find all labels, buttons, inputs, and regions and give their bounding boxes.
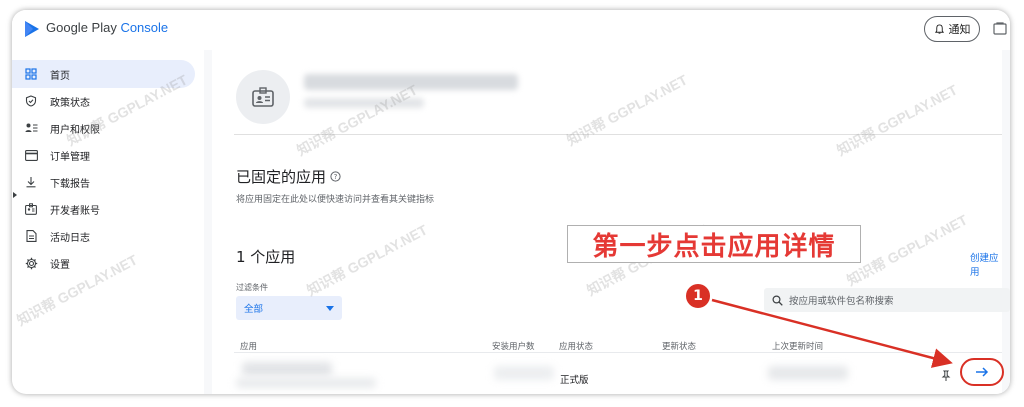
people-icon <box>24 121 38 135</box>
dashboard-icon <box>24 67 38 81</box>
app-search-input[interactable]: 按应用或软件包名称搜索 <box>764 288 1010 312</box>
top-bar: Google Play Console 通知 <box>12 10 1010 50</box>
column-header-app[interactable]: 应用 <box>240 340 257 352</box>
sidebar-item-label: 政策状态 <box>50 97 90 109</box>
pinned-apps-title: 已固定的应用 <box>236 168 327 186</box>
filter-value: 全部 <box>244 304 264 315</box>
bell-icon <box>934 23 944 34</box>
sidebar: 首页 政策状态 用户和权限 订单管理 下载报告 开发者账号 活动日志 设置 <box>12 50 202 394</box>
step-annotation-label: 第一步点击应用详情 <box>567 225 861 263</box>
sidebar-item-label: 设置 <box>50 259 70 271</box>
app-status-cell: 正式版 <box>560 375 589 386</box>
account-avatar <box>236 70 290 124</box>
home-card: 已固定的应用 ? 将应用固定在此处以便快速访问并查看其关键指标 1 个应用 创建… <box>212 50 1010 394</box>
arrow-right-icon <box>976 367 989 377</box>
notifications-label: 通知 <box>948 23 971 36</box>
main-content: 已固定的应用 ? 将应用固定在此处以便快速访问并查看其关键指标 1 个应用 创建… <box>204 50 1010 394</box>
table-header-divider <box>234 352 1002 353</box>
search-icon <box>772 294 783 306</box>
create-app-link[interactable]: 创建应用 <box>970 250 1002 278</box>
gear-icon <box>24 256 38 270</box>
badge-icon <box>252 87 274 107</box>
app-details-button[interactable] <box>960 358 1004 386</box>
svg-text:?: ? <box>334 173 338 181</box>
app-window: Google Play Console 通知 首页 政策状态 用户和权限 订单管… <box>12 10 1010 394</box>
help-icon[interactable]: ? <box>330 171 341 182</box>
sidebar-item-label: 首页 <box>50 70 70 82</box>
column-header-app-status[interactable]: 应用状态 <box>559 340 593 352</box>
installs-redacted <box>494 366 554 380</box>
last-updated-redacted <box>768 366 848 380</box>
document-icon <box>24 229 38 243</box>
apps-count-title: 1 个应用 <box>236 248 296 266</box>
pinned-apps-heading: 已固定的应用 ? <box>236 166 341 187</box>
step-number-badge: 1 <box>684 282 712 310</box>
logo-suffix: Console <box>120 20 169 35</box>
search-placeholder: 按应用或软件包名称搜索 <box>789 296 894 307</box>
sidebar-item-download-reports[interactable]: 下载报告 <box>12 168 195 196</box>
play-console-logo-icon[interactable] <box>22 19 42 39</box>
logo-prefix: Google Play <box>46 20 121 35</box>
shield-icon <box>24 94 38 108</box>
sidebar-item-label: 下载报告 <box>50 178 90 190</box>
sidebar-item-label: 订单管理 <box>50 151 90 163</box>
app-name-redacted[interactable] <box>242 362 332 376</box>
download-icon <box>24 175 38 189</box>
sidebar-item-orders[interactable]: 订单管理 <box>12 141 195 169</box>
sidebar-item-label: 活动日志 <box>50 232 90 244</box>
filter-label: 过滤条件 <box>236 283 268 292</box>
pin-icon[interactable] <box>940 370 952 382</box>
column-header-update-status[interactable]: 更新状态 <box>662 340 696 352</box>
sidebar-item-label: 开发者账号 <box>50 205 100 217</box>
notifications-button[interactable]: 通知 <box>924 16 980 42</box>
filter-dropdown[interactable]: 全部 <box>236 296 342 320</box>
pinned-apps-subtitle: 将应用固定在此处以便快速访问并查看其关键指标 <box>236 195 435 205</box>
column-header-installs[interactable]: 安装用户数 <box>492 340 535 352</box>
app-package-redacted <box>236 378 376 388</box>
chevron-down-icon <box>326 305 334 311</box>
sidebar-item-developer-account[interactable]: 开发者账号 <box>12 195 195 223</box>
column-header-last-updated[interactable]: 上次更新时间 <box>772 340 823 352</box>
sidebar-item-activity-log[interactable]: 活动日志 <box>12 222 195 250</box>
store-icon[interactable] <box>992 20 1008 36</box>
app-logo-text[interactable]: Google Play Console <box>46 20 168 35</box>
badge-icon <box>24 202 38 216</box>
card-icon <box>24 148 38 162</box>
